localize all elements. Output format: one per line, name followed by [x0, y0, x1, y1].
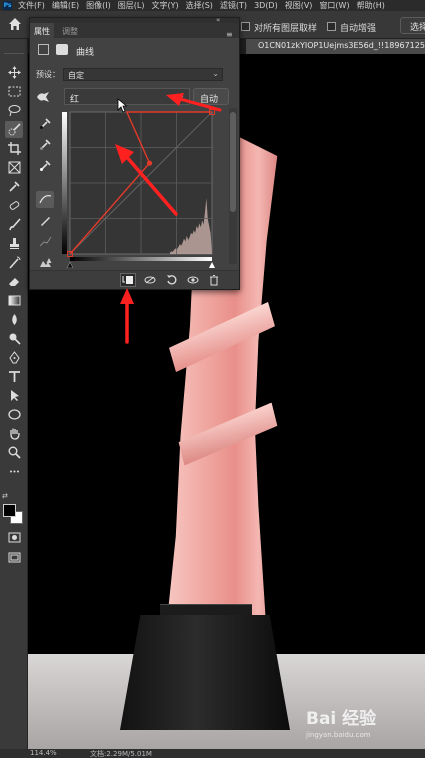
targeted-adjustment-icon[interactable]	[36, 91, 50, 103]
menu-view[interactable]: 视图(V)	[285, 0, 313, 11]
panel-footer	[30, 270, 239, 289]
black-point-slider	[66, 261, 74, 268]
gradient-tool-icon[interactable]	[5, 292, 23, 309]
menu-file[interactable]: 文件(F)	[18, 0, 45, 11]
tab-adjustments[interactable]: 调整	[58, 23, 82, 38]
eyedropper-tool-icon[interactable]	[5, 178, 23, 195]
channel-dropdown[interactable]: 红 ⌄	[64, 88, 190, 105]
sample-all-layers-label: 对所有图层取样	[254, 24, 318, 34]
menu-type[interactable]: 文字(Y)	[151, 0, 178, 11]
menu-help[interactable]: 帮助(H)	[357, 0, 385, 11]
blur-tool-icon[interactable]	[5, 311, 23, 328]
channel-value: 红	[70, 95, 80, 105]
menu-layer[interactable]: 图层(L)	[118, 0, 145, 11]
menu-select[interactable]: 选择(S)	[186, 0, 213, 11]
crop-tool-icon[interactable]	[5, 140, 23, 157]
type-tool-icon[interactable]	[5, 368, 23, 385]
menu-image[interactable]: 图像(I)	[86, 0, 111, 11]
menu-bar: Ps 文件(F) 编辑(E) 图像(I) 图层(L) 文字(Y) 选择(S) 滤…	[0, 0, 425, 11]
white-point-slider	[209, 262, 215, 268]
select-subject-button[interactable]: 选择	[400, 17, 425, 34]
lasso-tool-icon[interactable]	[5, 102, 23, 119]
auto-button[interactable]: 自动	[193, 88, 229, 105]
healing-brush-tool-icon[interactable]	[5, 197, 23, 214]
pen-tool-icon[interactable]	[5, 349, 23, 366]
quick-selection-tool-icon[interactable]	[5, 121, 23, 138]
more-tools-icon[interactable]	[5, 463, 23, 480]
curves-graph[interactable]	[62, 108, 220, 268]
panel-title: 曲线	[76, 48, 95, 58]
edit-points-curve-icon[interactable]	[36, 191, 54, 208]
output-gradient-bar	[62, 112, 67, 254]
clone-stamp-tool-icon[interactable]	[5, 235, 23, 252]
toggle-visibility-icon[interactable]	[185, 273, 201, 287]
zoom-level[interactable]: 114.4%	[30, 749, 57, 757]
menu-filter[interactable]: 滤镜(T)	[220, 0, 247, 11]
sample-all-layers-checkbox[interactable]	[241, 22, 250, 31]
ellipse-tool-icon[interactable]	[5, 406, 23, 423]
dodge-tool-icon[interactable]	[5, 330, 23, 347]
preset-dropdown[interactable]: 自定 ⌄	[63, 68, 223, 81]
chevron-down-icon: ⌄	[212, 69, 219, 78]
curve-tools	[36, 115, 56, 275]
black-point-eyedropper-icon[interactable]	[36, 115, 54, 132]
clipping-warning-icon[interactable]	[36, 254, 54, 271]
document-size: 文档:2.29M/5.01M	[90, 750, 152, 758]
white-point-eyedropper-icon[interactable]	[36, 157, 54, 174]
quick-mask-icon[interactable]	[5, 529, 23, 546]
properties-panel: « 属性 调整 ≡ 曲线 预设： 自定 ⌄ 红 ⌄ 自动	[29, 16, 240, 290]
marquee-tool-icon[interactable]	[5, 83, 23, 100]
tools-panel: ⇄	[0, 39, 28, 749]
panel-tab-bar: 属性 调整 ≡	[30, 23, 239, 39]
path-selection-tool-icon[interactable]	[5, 387, 23, 404]
layer-mask-icon[interactable]	[56, 44, 68, 55]
watermark-url: jingyan.baidu.com	[306, 731, 371, 739]
trophy-base	[120, 615, 290, 730]
gray-point-eyedropper-icon[interactable]	[36, 136, 54, 153]
reset-adjustment-icon[interactable]	[164, 273, 180, 287]
move-tool-icon[interactable]	[5, 64, 23, 81]
screen-mode-icon[interactable]	[5, 549, 23, 566]
chevron-down-icon: ⌄	[178, 91, 185, 100]
document-tab[interactable]: O1CN01zkYIOP1Uejms3E56d_!!189671254	[246, 39, 425, 54]
input-gradient-bar	[70, 257, 212, 261]
swap-colors-icon[interactable]: ⇄	[2, 492, 8, 500]
preset-label: 预设：	[36, 70, 60, 79]
watermark-logo: Bai 经验	[306, 709, 377, 729]
trophy-collar	[160, 604, 252, 616]
menu-window[interactable]: 窗口(W)	[319, 0, 349, 11]
delete-adjustment-icon[interactable]	[206, 273, 222, 287]
panel-scrollbar[interactable]	[229, 108, 237, 264]
view-previous-state-icon[interactable]	[142, 273, 158, 287]
brush-tool-icon[interactable]	[5, 216, 23, 233]
auto-enhance-checkbox[interactable]	[327, 22, 336, 31]
tab-properties[interactable]: 属性	[30, 23, 54, 38]
eraser-tool-icon[interactable]	[5, 273, 23, 290]
draw-curve-pencil-icon[interactable]	[36, 212, 54, 229]
preset-value: 自定	[68, 71, 84, 80]
channel-row: 红 ⌄ 自动	[36, 88, 236, 106]
hand-tool-icon[interactable]	[5, 425, 23, 442]
frame-tool-icon[interactable]	[5, 159, 23, 176]
curves-adjustment-icon	[38, 44, 49, 55]
home-icon[interactable]	[8, 17, 22, 31]
auto-enhance-label: 自动增强	[340, 24, 377, 34]
curve-control-point	[146, 160, 153, 166]
foreground-color-swatch[interactable]	[3, 504, 16, 517]
scrollbar-thumb[interactable]	[230, 112, 236, 212]
zoom-tool-icon[interactable]	[5, 444, 23, 461]
baidu-watermark: Bai 经验 jingyan.baidu.com	[306, 704, 424, 742]
menu-3d[interactable]: 3D(D)	[254, 1, 278, 10]
smooth-curve-icon[interactable]	[36, 233, 54, 250]
panel-menu-icon[interactable]: ≡	[226, 30, 233, 39]
toolbar-grip[interactable]	[4, 53, 24, 54]
menu-edit[interactable]: 编辑(E)	[52, 0, 79, 11]
history-brush-tool-icon[interactable]	[5, 254, 23, 271]
clip-to-layer-icon[interactable]	[120, 273, 136, 287]
status-bar: 114.4% 文档:2.29M/5.01M	[0, 749, 425, 758]
photoshop-logo-icon: Ps	[3, 1, 12, 10]
